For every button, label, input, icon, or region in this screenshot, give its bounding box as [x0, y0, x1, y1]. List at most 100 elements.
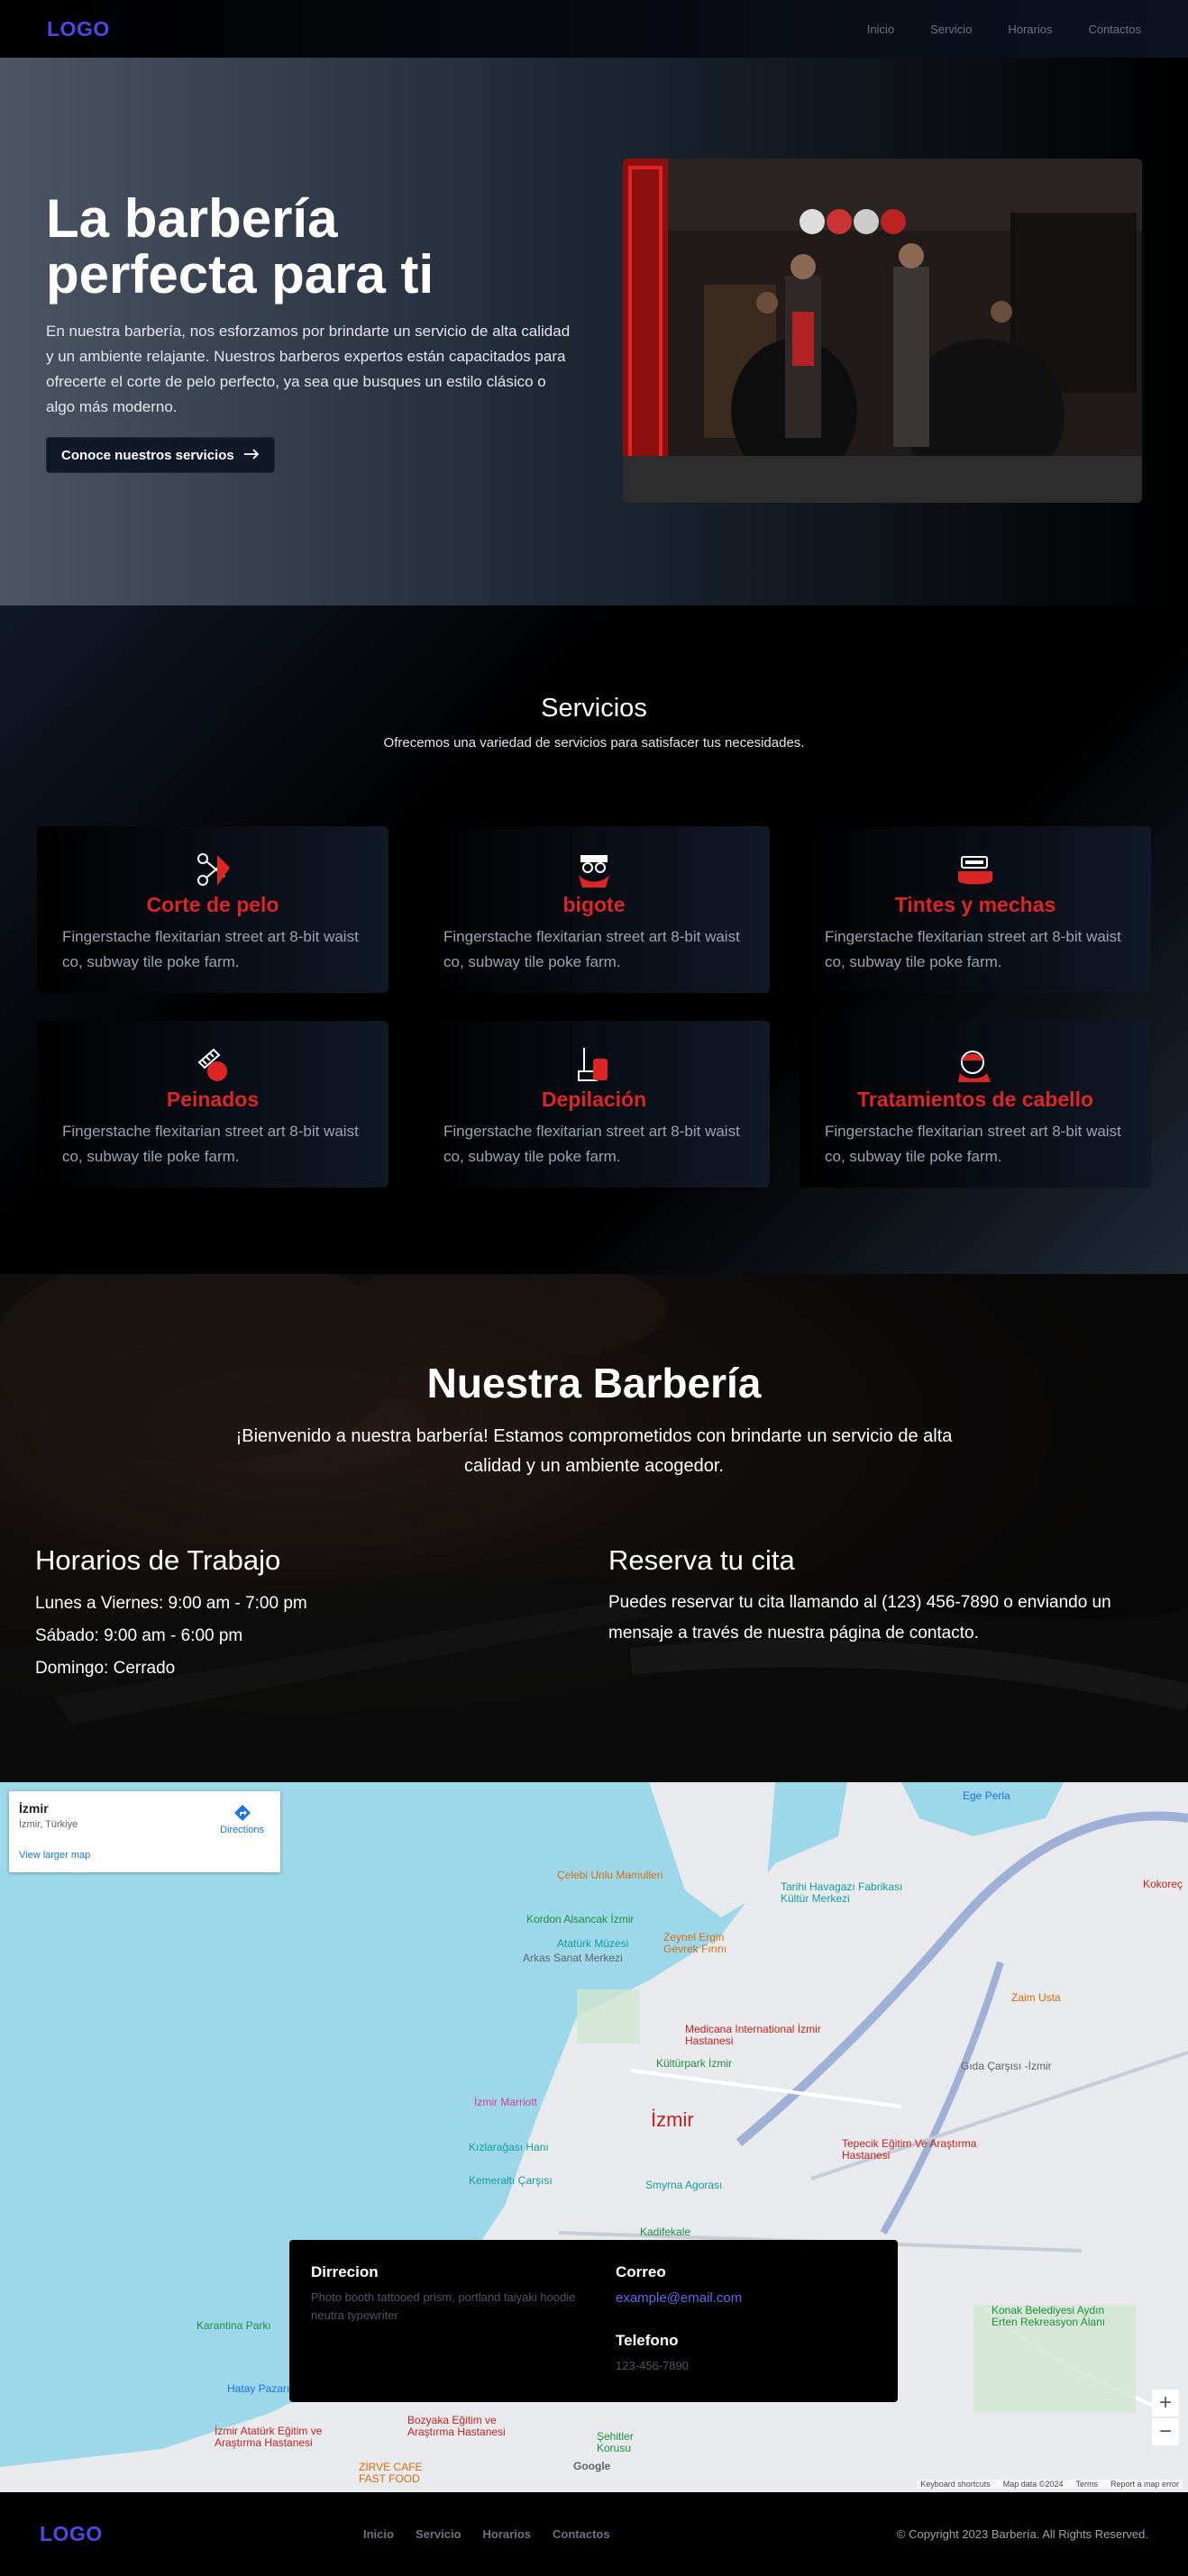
- hero-section: La barbería perfecta para ti En nuestra …: [0, 58, 1188, 605]
- service-card[interactable]: Corte de pelo Fingerstache flexitarian s…: [37, 826, 388, 993]
- hero-title: La barbería perfecta para ti: [46, 188, 434, 305]
- map-poi-label[interactable]: İzmir Marriott: [474, 2096, 537, 2108]
- service-card[interactable]: Peinados Fingerstache flexitarian street…: [37, 1021, 388, 1188]
- terms-link[interactable]: Terms: [1075, 2480, 1098, 2489]
- map-poi-label[interactable]: Zaim Usta: [1011, 1991, 1061, 2004]
- service-title: bigote: [562, 893, 626, 916]
- service-title: Depilación: [541, 1088, 647, 1111]
- map-data-text: Map data ©2024: [1002, 2480, 1064, 2489]
- map-poi-label[interactable]: ZİRVE CAFE FAST FOOD: [359, 2462, 440, 2485]
- view-larger-map-link[interactable]: View larger map: [19, 1850, 90, 1861]
- service-title: Tratamientos de cabello: [856, 1088, 1094, 1111]
- wax-strip-icon: [571, 1044, 617, 1086]
- map-poi-label[interactable]: Tarihi Havagazı Fabrikası Kültür Merkezi: [781, 1881, 934, 1905]
- report-error-link[interactable]: Report a map error: [1110, 2480, 1179, 2489]
- mustache-face-icon: [571, 850, 617, 891]
- map-poi-label[interactable]: Hatay Pazarı: [227, 2382, 289, 2395]
- logo[interactable]: LOGO: [47, 17, 110, 41]
- map-poi-label[interactable]: Tepecik Eğitim Ve Araştırma Hastanesi: [842, 2138, 977, 2162]
- zoom-in-button[interactable]: +: [1152, 2389, 1179, 2417]
- copyright: © Copyright 2023 Barbería. All Rights Re…: [896, 2527, 1148, 2541]
- service-title: Corte de pelo: [146, 893, 279, 916]
- services-button-label: Conoce nuestros servicios: [61, 447, 234, 463]
- services-button[interactable]: Conoce nuestros servicios: [46, 437, 275, 473]
- zoom-out-button[interactable]: −: [1152, 2418, 1179, 2445]
- nav-link-horarios[interactable]: Horarios: [1008, 23, 1052, 36]
- phone-text: 123-456-7890: [616, 2359, 689, 2372]
- map-poi-label[interactable]: Gıda Çarşısı -İzmir: [961, 2060, 1052, 2072]
- nav-link-contactos[interactable]: Contactos: [1088, 23, 1141, 36]
- service-text: Fingerstache flexitarian street art 8-bi…: [62, 1123, 359, 1165]
- footer-logo[interactable]: LOGO: [40, 2522, 220, 2546]
- footer-link-horarios[interactable]: Horarios: [483, 2527, 531, 2541]
- booking-text: Puedes reservar tu cita llamando al (123…: [608, 1593, 1111, 1643]
- map-poi-label[interactable]: İzmir Atatürk Eğitim ve Araştırma Hastan…: [215, 2426, 332, 2449]
- top-nav: LOGO Inicio Servicio Horarios Contactos: [0, 0, 1188, 58]
- services-subtitle: Ofrecemos una variedad de servicios para…: [383, 735, 805, 751]
- services-title: Servicios: [541, 694, 647, 723]
- map-poi-label[interactable]: Şehitler Korusu: [597, 2431, 660, 2454]
- nav-link-inicio[interactable]: Inicio: [867, 23, 894, 36]
- footer-link-inicio[interactable]: Inicio: [363, 2527, 394, 2541]
- footer-link-servicio[interactable]: Servicio: [416, 2527, 461, 2541]
- map-place-card: İzmir İzmir, Türkiye View larger map Dir…: [9, 1791, 280, 1872]
- map-embed[interactable]: Çelebi Unlu Mamulleri Kordon Alsancak İz…: [0, 1782, 1188, 2492]
- address-title: Dirrecion: [311, 2263, 379, 2280]
- hair-treatment-icon: [953, 1044, 998, 1086]
- hours-title: Horarios de Trabajo: [35, 1544, 281, 1576]
- map-poi-label[interactable]: Kültürpark İzmir: [656, 2057, 732, 2070]
- map-poi-label[interactable]: Bozyaka Eğitim ve Araştırma Hastanesi: [407, 2415, 525, 2438]
- map-poi-label[interactable]: Kordon Alsancak İzmir: [526, 1913, 634, 1925]
- contact-card: Dirrecion Photo booth tattooed prism, po…: [289, 2240, 898, 2402]
- services-section: Servicios Ofrecemos una variedad de serv…: [0, 605, 1188, 1274]
- map-place-name: İzmir: [19, 1801, 49, 1816]
- map-poi-label[interactable]: Konak Belediyesi Aydın Erten Rekreasyon …: [992, 2305, 1127, 2328]
- comb-icon: [190, 1044, 235, 1086]
- booking-title: Reserva tu cita: [608, 1544, 795, 1576]
- about-title: Nuestra Barbería: [426, 1360, 762, 1406]
- scissors-comb-icon: [190, 850, 235, 891]
- email-title: Correo: [616, 2263, 666, 2280]
- hero-text: En nuestra barbería, nos esforzamos por …: [46, 323, 571, 415]
- nav-link-servicio[interactable]: Servicio: [930, 23, 972, 36]
- phone-title: Telefono: [616, 2332, 679, 2349]
- map-poi-label[interactable]: Karantina Parkı: [196, 2319, 271, 2332]
- map-poi-label[interactable]: Smyrna Agorası: [645, 2179, 722, 2191]
- map-poi-label[interactable]: Zeynel Ergin Gevrek Fırını: [663, 1932, 745, 1955]
- keyboard-shortcuts-link[interactable]: Keyboard shortcuts: [920, 2480, 991, 2489]
- map-poi-label[interactable]: Kemeraltı Çarşısı: [469, 2174, 553, 2187]
- google-logo: Google: [573, 2460, 611, 2472]
- service-card[interactable]: Tratamientos de cabello Fingerstache fle…: [800, 1021, 1151, 1188]
- map-poi-label[interactable]: Çelebi Unlu Mamulleri: [557, 1869, 663, 1881]
- service-card[interactable]: bigote Fingerstache flexitarian street a…: [418, 826, 770, 993]
- email-link[interactable]: example@email.com: [616, 2290, 742, 2306]
- hours-saturday: Sábado: 9:00 am - 6:00 pm: [35, 1626, 243, 1645]
- service-card[interactable]: Tintes y mechas Fingerstache flexitarian…: [800, 826, 1151, 993]
- map-poi-label[interactable]: Atatürk Müzesi: [557, 1937, 628, 1950]
- map-poi-label[interactable]: Kadifekale: [640, 2226, 690, 2238]
- map-attribution: Keyboard shortcuts Map data ©2024 Terms …: [917, 2480, 1183, 2489]
- directions-button[interactable]: Directions: [220, 1804, 264, 1835]
- about-intro: ¡Bienvenido a nuestra barbería! Estamos …: [235, 1426, 953, 1476]
- footer-links: Inicio Servicio Horarios Contactos: [363, 2527, 610, 2541]
- directions-icon: [220, 1804, 264, 1825]
- service-title: Peinados: [166, 1088, 260, 1111]
- map-poi-label[interactable]: Medicana International İzmir Hastanesi: [685, 2024, 838, 2047]
- barbershop-photo: [623, 159, 1142, 503]
- footer-link-contactos[interactable]: Contactos: [553, 2527, 610, 2541]
- service-card[interactable]: Depilación Fingerstache flexitarian stre…: [418, 1021, 770, 1188]
- footer: LOGO Inicio Servicio Horarios Contactos …: [0, 2492, 1188, 2576]
- hair-dye-icon: [953, 850, 998, 891]
- map-city-label: İzmir: [651, 2108, 694, 2131]
- map-poi-label[interactable]: Kızlarağası Hanı: [469, 2141, 549, 2153]
- map-poi-label[interactable]: Kokoreç: [1143, 1878, 1183, 1890]
- service-title: Tintes y mechas: [894, 893, 1056, 916]
- map-poi-label[interactable]: Ege Perla: [963, 1789, 1010, 1802]
- map-place-region: İzmir, Türkiye: [19, 1819, 78, 1830]
- hours-weekdays: Lunes a Viernes: 9:00 am - 7:00 pm: [35, 1594, 307, 1613]
- hours-list: Lunes a Viernes: 9:00 am - 7:00 pm Sábad…: [35, 1588, 307, 1685]
- map-poi-label[interactable]: Arkas Sanat Merkezi: [523, 1952, 623, 1964]
- directions-label: Directions: [220, 1825, 264, 1835]
- service-text: Fingerstache flexitarian street art 8-bi…: [825, 1123, 1121, 1165]
- about-section: Nuestra Barbería ¡Bienvenido a nuestra b…: [0, 1274, 1188, 1782]
